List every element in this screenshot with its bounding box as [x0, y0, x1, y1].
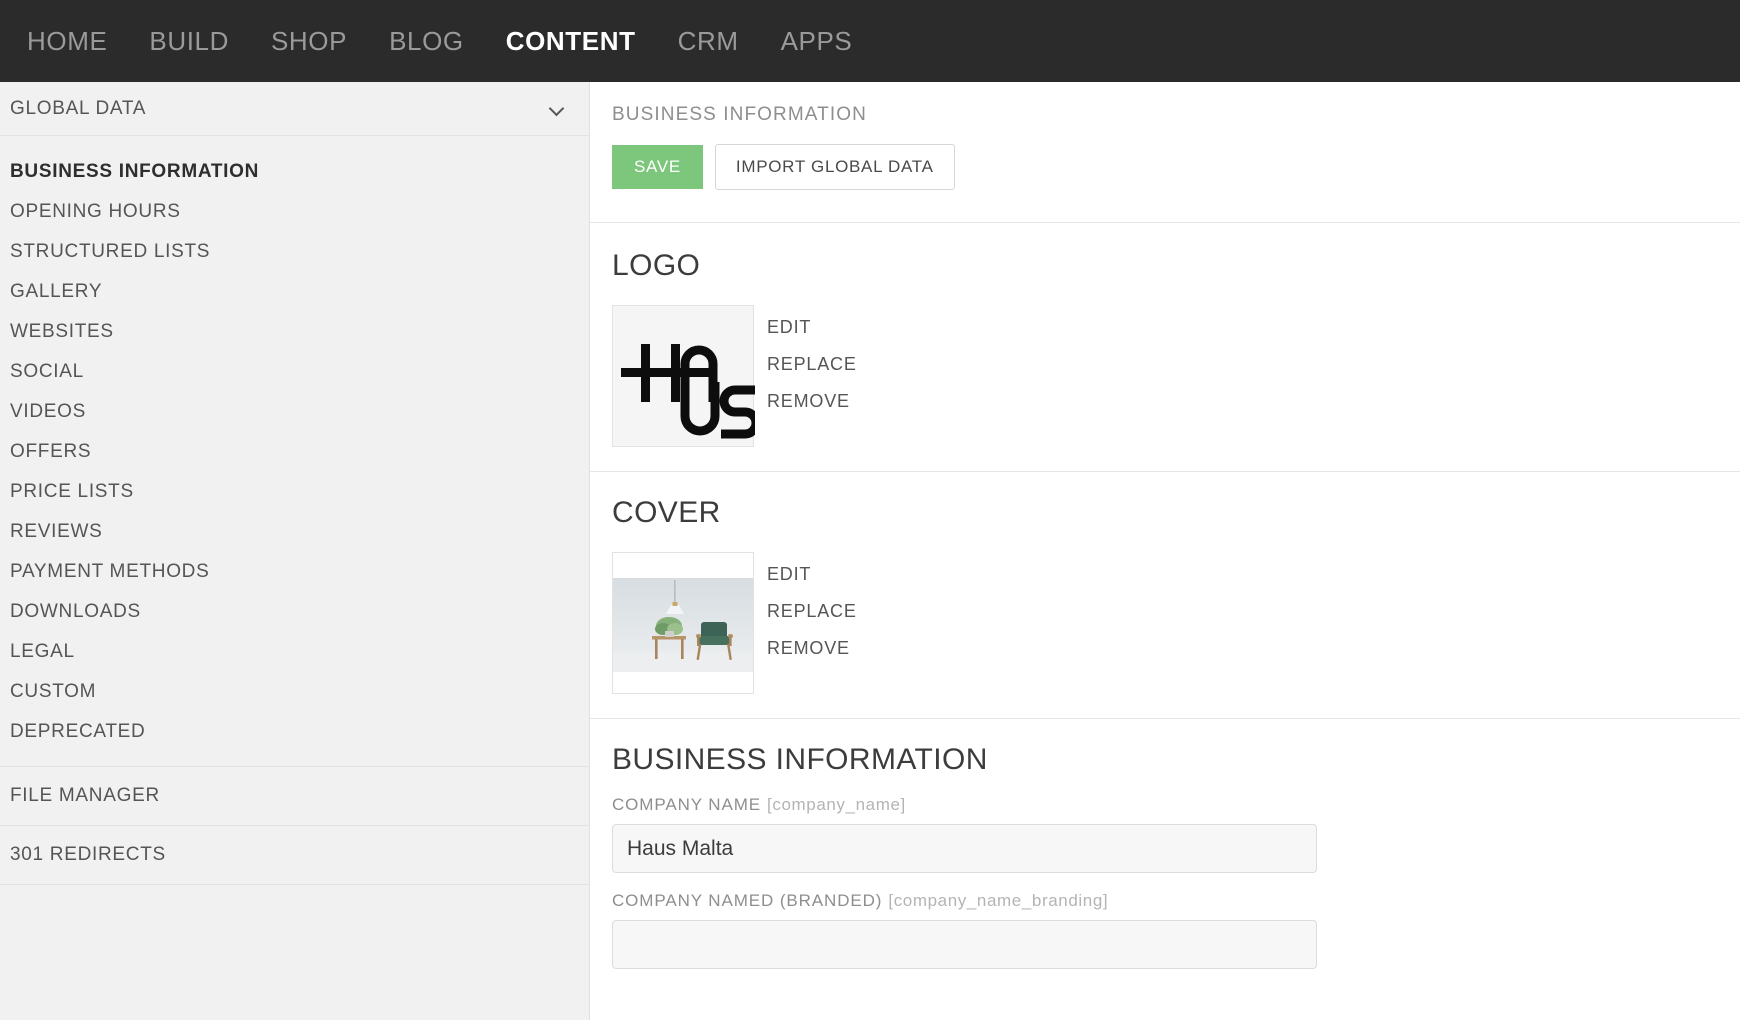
cover-section: COVER EDIT REPLACE REMOVE — [590, 472, 1740, 718]
cover-actions: EDIT REPLACE REMOVE — [767, 552, 857, 659]
top-navigation-bar: HOME BUILD SHOP BLOG CONTENT CRM APPS — [0, 0, 1740, 82]
company-name-label-text: COMPANY NAME — [612, 795, 762, 814]
sidebar-item-file-manager[interactable]: FILE MANAGER — [0, 767, 589, 826]
logo-section: LOGO EDIT REPLACE REMOVE — [590, 223, 1740, 471]
company-name-token: [company_name] — [767, 795, 906, 814]
logo-media-row: EDIT REPLACE REMOVE — [612, 283, 1740, 471]
sidebar-item-videos[interactable]: VIDEOS — [0, 392, 589, 432]
sidebar-item-price-lists[interactable]: PRICE LISTS — [0, 472, 589, 512]
logo-replace-action[interactable]: REPLACE — [767, 354, 857, 375]
sidebar-item-social[interactable]: SOCIAL — [0, 352, 589, 392]
sidebar-item-structured-lists[interactable]: STRUCTURED LISTS — [0, 232, 589, 272]
nav-item-shop[interactable]: SHOP — [250, 0, 368, 82]
nav-item-home[interactable]: HOME — [6, 0, 128, 82]
sidebar-item-reviews[interactable]: REVIEWS — [0, 512, 589, 552]
company-name-branded-input[interactable] — [612, 920, 1317, 969]
nav-item-crm[interactable]: CRM — [657, 0, 760, 82]
import-global-data-button[interactable]: IMPORT GLOBAL DATA — [714, 144, 955, 190]
cover-photo-image — [613, 578, 753, 672]
company-name-branded-group: COMPANY NAMED (BRANDED) [company_name_bra… — [612, 873, 1740, 969]
nav-item-build[interactable]: BUILD — [128, 0, 250, 82]
sidebar-item-downloads[interactable]: DOWNLOADS — [0, 592, 589, 632]
main-content: BUSINESS INFORMATION SAVE IMPORT GLOBAL … — [590, 82, 1740, 1020]
sidebar-item-opening-hours[interactable]: OPENING HOURS — [0, 192, 589, 232]
cover-replace-action[interactable]: REPLACE — [767, 601, 857, 622]
logo-edit-action[interactable]: EDIT — [767, 317, 857, 338]
chevron-down-icon[interactable] — [549, 101, 565, 117]
sidebar-global-data-label: GLOBAL DATA — [10, 97, 147, 119]
sidebar-global-data-header[interactable]: GLOBAL DATA — [0, 82, 589, 136]
company-name-branded-label-text: COMPANY NAMED (BRANDED) — [612, 891, 883, 910]
company-name-group: COMPANY NAME [company_name] — [612, 777, 1740, 873]
sidebar-item-business-information[interactable]: BUSINESS INFORMATION — [0, 152, 589, 192]
company-name-input[interactable] — [612, 824, 1317, 873]
cover-section-title: COVER — [612, 496, 721, 529]
company-name-label: COMPANY NAME [company_name] — [612, 795, 1740, 824]
company-name-branded-token: [company_name_branding] — [888, 891, 1109, 910]
sidebar: GLOBAL DATA BUSINESS INFORMATION OPENING… — [0, 82, 590, 1020]
logo-remove-action[interactable]: REMOVE — [767, 391, 857, 412]
action-toolbar: SAVE IMPORT GLOBAL DATA — [590, 126, 1740, 190]
sidebar-item-301-redirects[interactable]: 301 REDIRECTS — [0, 826, 589, 885]
save-button[interactable]: SAVE — [612, 145, 703, 189]
logo-actions: EDIT REPLACE REMOVE — [767, 305, 857, 412]
sidebar-item-offers[interactable]: OFFERS — [0, 432, 589, 472]
business-information-section: BUSINESS INFORMATION COMPANY NAME [compan… — [590, 719, 1740, 969]
nav-item-blog[interactable]: BLOG — [368, 0, 485, 82]
sidebar-menu: BUSINESS INFORMATION OPENING HOURS STRUC… — [0, 136, 589, 752]
sidebar-item-custom[interactable]: CUSTOM — [0, 672, 589, 712]
cover-edit-action[interactable]: EDIT — [767, 564, 857, 585]
cover-media-row: EDIT REPLACE REMOVE — [612, 530, 1740, 718]
cover-remove-action[interactable]: REMOVE — [767, 638, 857, 659]
sidebar-item-gallery[interactable]: GALLERY — [0, 272, 589, 312]
sidebar-item-deprecated[interactable]: DEPRECATED — [0, 712, 589, 752]
nav-item-content[interactable]: CONTENT — [485, 0, 657, 82]
nav-item-apps[interactable]: APPS — [760, 0, 874, 82]
logo-thumbnail[interactable] — [612, 305, 755, 447]
haus-logo-icon — [621, 344, 755, 439]
sidebar-item-legal[interactable]: LEGAL — [0, 632, 589, 672]
sidebar-item-payment-methods[interactable]: PAYMENT METHODS — [0, 552, 589, 592]
cover-thumbnail[interactable] — [612, 552, 754, 694]
sidebar-item-websites[interactable]: WEBSITES — [0, 312, 589, 352]
company-name-branded-label: COMPANY NAMED (BRANDED) [company_name_bra… — [612, 891, 1740, 920]
logo-section-title: LOGO — [612, 249, 701, 282]
business-information-title: BUSINESS INFORMATION — [612, 743, 988, 776]
page-title: BUSINESS INFORMATION — [612, 104, 867, 125]
